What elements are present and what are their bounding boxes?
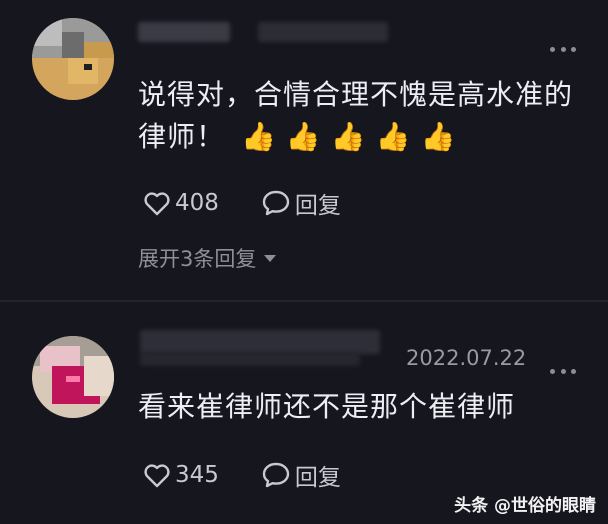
like-count: 408 — [175, 190, 219, 216]
reply-bubble-icon — [262, 190, 290, 216]
heart-icon — [144, 464, 170, 488]
reply-bubble-icon — [262, 462, 290, 488]
comment-1: 说得对，合情合理不愧是高水准的 律师！ 👍 👍 👍 👍 👍 408 回复 展开3条回复 — [0, 0, 608, 300]
comment-actions: 408 回复 — [143, 186, 383, 220]
thumbs-up-reactions: 👍 👍 👍 👍 👍 — [241, 120, 456, 153]
reply-label: 回复 — [294, 193, 341, 219]
username-blurred[interactable] — [140, 330, 380, 354]
comment-text: 看来崔律师还不是那个崔律师 — [138, 390, 516, 423]
expand-replies-label: 展开3条回复 — [138, 247, 257, 271]
expand-replies-button[interactable]: 展开3条回复 — [138, 243, 277, 273]
username-blurred[interactable] — [138, 22, 230, 42]
avatar[interactable] — [32, 336, 114, 418]
reply-button[interactable]: 回复 — [261, 458, 341, 492]
reply-button[interactable]: 回复 — [261, 186, 341, 220]
reply-label: 回复 — [294, 465, 341, 491]
like-button[interactable]: 345 — [143, 462, 219, 488]
like-button[interactable]: 408 — [143, 190, 219, 216]
caret-down-icon — [264, 254, 277, 262]
heart-icon — [144, 192, 170, 216]
comment-actions: 345 回复 — [143, 458, 383, 492]
comment-text-line2: 律师！ 👍 👍 👍 👍 👍 — [138, 112, 465, 162]
more-options-icon[interactable] — [550, 44, 576, 54]
comment-date: 2022.07.22 — [406, 346, 527, 370]
like-count: 345 — [175, 462, 219, 488]
more-options-icon[interactable] — [550, 366, 576, 376]
watermark: 头条 @世俗的眼睛 — [454, 496, 596, 516]
avatar[interactable] — [32, 18, 114, 100]
